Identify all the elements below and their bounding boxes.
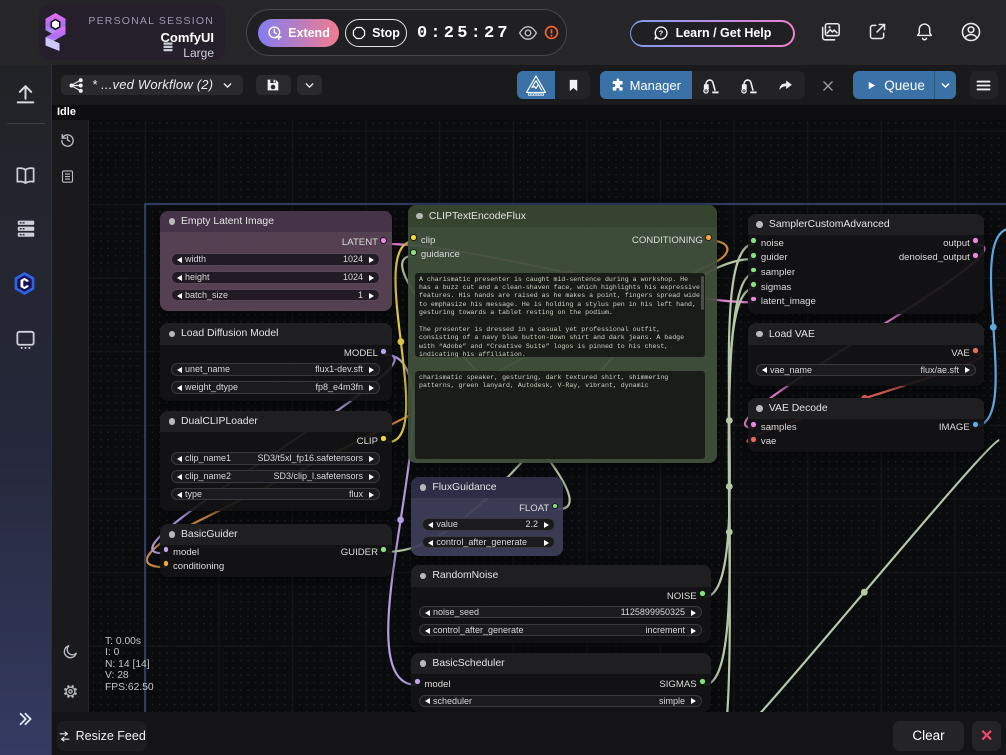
svg-text:?: ? [658, 29, 663, 38]
